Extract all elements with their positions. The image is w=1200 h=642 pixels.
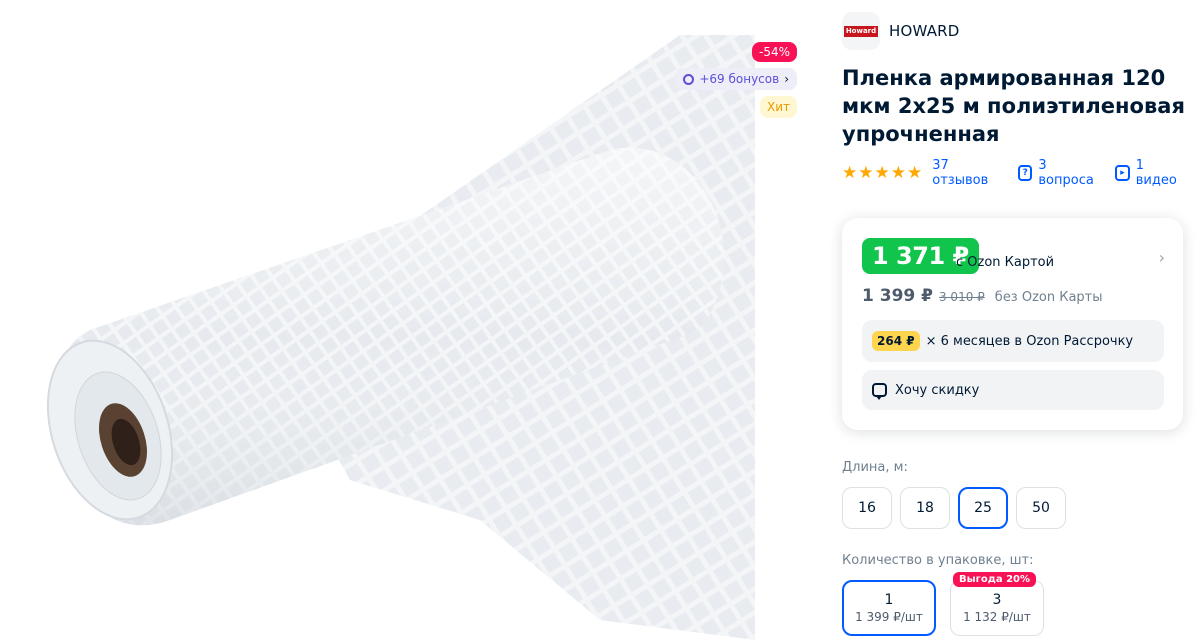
length-option-25[interactable]: 25 — [958, 487, 1008, 529]
length-option-18[interactable]: 18 — [900, 487, 950, 529]
star-icon: ★ — [858, 162, 874, 183]
installment-amount: 264 ₽ — [872, 331, 920, 351]
ozon-card-price-label: с Ozon Картой — [956, 255, 1055, 270]
reviews-label: 37 отзывов — [932, 158, 989, 188]
length-option-16[interactable]: 16 — [842, 487, 892, 529]
price-card: 1 371 ₽ с Ozon Картой › 1 399 ₽ 3 010 ₽ … — [842, 218, 1183, 430]
installment-text: × 6 месяцев в Ozon Рассрочку — [925, 333, 1134, 349]
want-discount-button[interactable]: Хочу скидку — [862, 370, 1164, 410]
brand-logo[interactable]: Howard — [842, 12, 880, 50]
hit-badge: Хит — [759, 96, 797, 118]
star-icon: ★ — [842, 162, 858, 183]
questions-link[interactable]: ? 3 вопроса — [1017, 158, 1097, 188]
quantity-option-3[interactable]: Выгода 20% 3 1 132 ₽/шт — [950, 572, 1044, 636]
product-image[interactable]: -54% +69 бонусов › Хит — [0, 0, 805, 642]
quantity-unit-price: 1 399 ₽/шт — [855, 610, 923, 624]
want-discount-label: Хочу скидку — [895, 382, 980, 398]
brand[interactable]: Howard HOWARD — [842, 12, 960, 50]
quantity-options: 1 1 399 ₽/шт Выгода 20% 3 1 132 ₽/шт — [842, 572, 1044, 636]
regular-price-row: 1 399 ₽ 3 010 ₽ без Ozon Карты — [862, 286, 1103, 306]
questions-label: 3 вопроса — [1038, 158, 1094, 188]
star-icon: ★ — [890, 162, 906, 183]
regular-price-label: без Ozon Карты — [994, 290, 1103, 305]
length-options: 16 18 25 50 — [842, 487, 1066, 529]
chat-icon — [872, 383, 887, 400]
regular-price: 1 399 ₽ — [862, 286, 933, 306]
product-meta: ★ ★ ★ ★ ★ 37 отзывов ? 3 вопроса ▸ 1 вид… — [842, 158, 1200, 188]
bonus-label: +69 бонусов — [699, 72, 780, 86]
rating-stars[interactable]: ★ ★ ★ ★ ★ — [842, 162, 923, 183]
quantity-option-1[interactable]: 1 1 399 ₽/шт — [842, 580, 936, 636]
star-icon: ★ — [874, 162, 890, 183]
brand-logo-text: Howard — [843, 25, 879, 37]
videos-link[interactable]: ▸ 1 видео — [1115, 158, 1182, 188]
old-price: 3 010 ₽ — [938, 290, 985, 304]
quantity-unit-price: 1 132 ₽/шт — [963, 610, 1031, 624]
bonus-badge[interactable]: +69 бонусов › — [675, 68, 797, 90]
savings-badge: Выгода 20% — [953, 572, 1037, 587]
chevron-right-icon[interactable]: › — [1159, 248, 1165, 267]
question-icon: ? — [1017, 165, 1033, 181]
video-icon: ▸ — [1115, 165, 1130, 181]
brand-name[interactable]: HOWARD — [889, 22, 960, 40]
chevron-right-icon: › — [784, 72, 789, 86]
quantity-count: 3 — [992, 592, 1002, 608]
quantity-count: 1 — [884, 592, 894, 608]
installment-offer[interactable]: 264 ₽ × 6 месяцев в Ozon Рассрочку — [862, 320, 1164, 362]
bonus-icon — [683, 73, 695, 85]
image-badges: -54% +69 бонусов › Хит — [675, 42, 797, 118]
product-title: Пленка армированная 120 мкм 2х25 м полиэ… — [842, 66, 1185, 146]
reviews-link[interactable]: 37 отзывов — [932, 158, 1000, 188]
discount-badge: -54% — [751, 42, 797, 62]
length-label: Длина, м: — [842, 460, 908, 475]
quantity-label: Количество в упаковке, шт: — [842, 553, 1034, 568]
star-icon: ★ — [907, 162, 923, 183]
videos-label: 1 видео — [1135, 158, 1177, 188]
length-option-50[interactable]: 50 — [1016, 487, 1066, 529]
